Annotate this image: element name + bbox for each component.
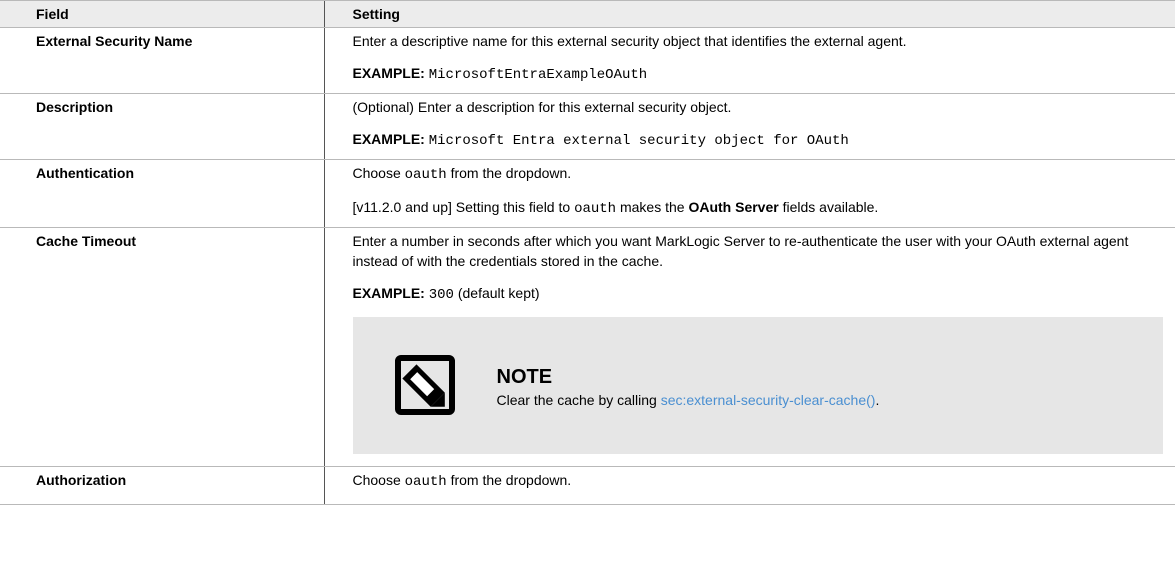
table-row: Authentication Choose oauth from the dro… [0, 159, 1175, 228]
table-row: Description (Optional) Enter a descripti… [0, 93, 1175, 160]
code-value: oauth [574, 201, 617, 217]
setting-text: Enter a number in seconds after which yo… [352, 233, 1129, 269]
note-title: NOTE [496, 366, 553, 388]
text-fragment: fields available. [782, 199, 879, 215]
example-label: EXAMPLE: [352, 285, 425, 301]
setting-cell: Choose oauth from the dropdown. [v11.2.0… [324, 159, 1175, 228]
clear-cache-link[interactable]: sec:external-security-clear-cache() [661, 392, 876, 408]
field-name: Description [0, 93, 325, 160]
settings-table: Field Setting External Security Name Ent… [0, 0, 1175, 505]
code-value: oauth [404, 167, 447, 183]
table-header-row: Field Setting [0, 0, 1175, 28]
setting-text: Choose oauth from the dropdown. [353, 470, 1164, 492]
setting-cell: (Optional) Enter a description for this … [324, 93, 1175, 160]
field-name: External Security Name [0, 27, 325, 94]
setting-cell: Enter a descriptive name for this extern… [324, 27, 1175, 94]
field-name: Authorization [0, 466, 325, 505]
table-row: Cache Timeout Enter a number in seconds … [0, 227, 1175, 467]
field-name: Cache Timeout [0, 227, 325, 467]
text-fragment: [v11.2.0 and up] Setting this field to [352, 199, 571, 215]
example-label: EXAMPLE: [352, 65, 425, 81]
example-label: EXAMPLE: [352, 131, 425, 147]
text-fragment: from the dropdown. [450, 472, 572, 488]
text-fragment: . [875, 392, 880, 408]
table-row: Authorization Choose oauth from the drop… [0, 466, 1175, 505]
setting-text: (Optional) Enter a description for this … [352, 99, 732, 115]
setting-cell: Enter a number in seconds after which yo… [324, 227, 1175, 467]
text-fragment: from the dropdown. [450, 165, 572, 181]
note-box: NOTE Clear the cache by calling sec:exte… [352, 317, 1163, 454]
note-text: Clear the cache by calling sec:external-… [497, 390, 880, 410]
setting-text: Choose oauth from the dropdown. [353, 163, 1164, 185]
example-suffix: (default kept) [457, 285, 540, 301]
setting-text: Enter a descriptive name for this extern… [352, 33, 907, 49]
text-fragment: Clear the cache by calling [496, 392, 657, 408]
note-pencil-icon [394, 355, 455, 415]
example-value: 300 [428, 287, 454, 303]
example-line: EXAMPLE: 300 (default kept) [353, 283, 1164, 305]
text-fragment: Choose [352, 165, 401, 181]
table-row: External Security Name Enter a descripti… [0, 27, 1175, 94]
header-field: Field [0, 0, 324, 28]
header-setting: Setting [323, 0, 1175, 28]
example-line: EXAMPLE: Microsoft Entra external securi… [353, 129, 1164, 151]
example-line: EXAMPLE: MicrosoftEntraExampleOAuth [353, 63, 1164, 85]
example-value: Microsoft Entra external security object… [428, 133, 849, 149]
text-fragment: Choose [352, 472, 401, 488]
code-value: oauth [404, 474, 447, 490]
setting-text: [v11.2.0 and up] Setting this field to o… [353, 197, 1164, 219]
example-value: MicrosoftEntraExampleOAuth [428, 67, 648, 83]
bold-term: OAuth Server [688, 199, 779, 215]
setting-cell: Choose oauth from the dropdown. [324, 466, 1175, 505]
text-fragment: makes the [619, 199, 685, 215]
field-name: Authentication [0, 159, 325, 228]
